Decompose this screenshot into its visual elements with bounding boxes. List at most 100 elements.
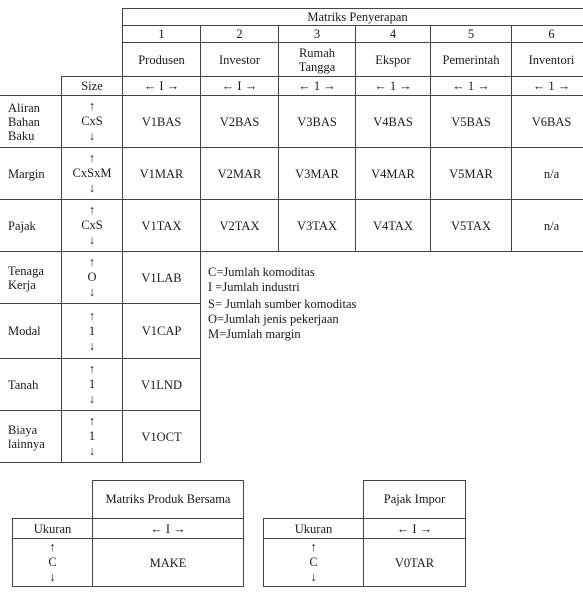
import-tax-row-size-value: C	[309, 555, 318, 569]
matrix-cell: V2TAX	[200, 199, 279, 252]
legend-item: C=Jumlah komoditas	[208, 265, 315, 279]
arrow-up-icon: ↑	[88, 255, 96, 269]
column-size: ← I →	[122, 76, 201, 96]
arrow-up-icon: ↑	[88, 203, 96, 217]
arrow-up-icon: ↑	[88, 362, 96, 376]
arrow-down-icon: ↓	[88, 181, 96, 195]
arrow-up-icon: ↑	[310, 540, 317, 554]
arrow-up-icon: ↑	[88, 308, 96, 323]
column-label: Ekspor	[355, 42, 431, 77]
matrix-cell: V5BAS	[430, 95, 512, 148]
row-label: Tanah	[0, 358, 62, 411]
column-number: 2	[200, 25, 279, 43]
legend: C=Jumlah komoditas I =Jumlah industri S=…	[208, 265, 356, 342]
make-title: Matriks Produk Bersama	[92, 480, 244, 519]
row-label: Tenaga Kerja	[0, 251, 62, 304]
matrix-cell: V5TAX	[430, 199, 512, 252]
column-size: ← I →	[200, 76, 279, 96]
matrix-cell: V1MAR	[122, 147, 201, 200]
arrow-down-icon: ↓	[310, 570, 317, 584]
column-size: ← 1 →	[278, 76, 356, 96]
matrix-cell: V5MAR	[430, 147, 512, 200]
legend-item: I =Jumlah industri	[208, 280, 300, 294]
make-cell: MAKE	[92, 538, 244, 587]
matrix-cell: V1LND	[122, 358, 201, 411]
row-size: ↑ 1 ↓	[61, 358, 123, 411]
column-label: Investor	[200, 42, 279, 77]
column-size: ← 1 →	[355, 76, 431, 96]
legend-item: O=Jumlah jenis pekerjaan	[208, 312, 339, 326]
matrix-cell: V2BAS	[200, 95, 279, 148]
column-number: 3	[278, 25, 356, 43]
matrix-cell: n/a	[511, 147, 583, 200]
row-size: ↑ CxSxM ↓	[61, 147, 123, 200]
legend-item: S= Jumlah sumber komoditas	[208, 297, 357, 311]
legend-divider	[200, 251, 201, 462]
matrix-cell: V4BAS	[355, 95, 431, 148]
matrix-cell: V4TAX	[355, 199, 431, 252]
matrix-cell: V1BAS	[122, 95, 201, 148]
row-size-value: O	[87, 270, 97, 284]
make-col-size: ← I →	[92, 518, 244, 539]
arrow-up-icon: ↑	[88, 414, 96, 428]
column-size: ← 1 →	[511, 76, 583, 96]
column-label: Pemerintah	[430, 42, 512, 77]
import-tax-cell: V0TAR	[363, 538, 466, 587]
row-size: ↑ O ↓	[61, 251, 123, 304]
import-tax-size-header: Ukuran	[263, 518, 364, 539]
import-tax-title: Pajak Impor	[363, 480, 466, 519]
column-number: 1	[122, 25, 201, 43]
arrow-down-icon: ↓	[88, 392, 96, 406]
column-label: Produsen	[122, 42, 201, 77]
row-size-value: 1	[88, 429, 96, 443]
column-size: ← 1 →	[430, 76, 512, 96]
matrix-cell: V2MAR	[200, 147, 279, 200]
row-size: ↑ CxS ↓	[61, 199, 123, 252]
matrix-cell: V1LAB	[122, 251, 201, 304]
matrix-cell: V1TAX	[122, 199, 201, 252]
matrix-cell: n/a	[511, 199, 583, 252]
row-size: ↑ 1 ↓	[61, 410, 123, 463]
matrix-cell: V3TAX	[278, 199, 356, 252]
arrow-down-icon: ↓	[88, 444, 96, 458]
row-size-value: CxSxM	[72, 166, 112, 180]
make-size-header: Ukuran	[12, 518, 93, 539]
import-tax-col-size: ← I →	[363, 518, 466, 539]
size-header: Size	[61, 76, 123, 96]
column-number: 6	[511, 25, 583, 43]
row-size-value: 1	[88, 377, 96, 391]
matrix-title: Matriks Penyerapan	[122, 8, 583, 26]
row-label: Aliran Bahan Baku	[0, 95, 62, 148]
make-row-size-value: C	[48, 555, 57, 569]
row-size-value: CxS	[81, 114, 103, 128]
matrix-cell: V6BAS	[511, 95, 583, 148]
column-number: 4	[355, 25, 431, 43]
import-tax-row-size: ↑ C ↓	[263, 538, 364, 587]
row-size-value: 1	[88, 323, 96, 338]
matrix-cell: V1OCT	[122, 410, 201, 463]
row-size-value: CxS	[81, 218, 103, 232]
matrix-cell: V3MAR	[278, 147, 356, 200]
column-label: Inventori	[511, 42, 583, 77]
row-size: ↑ CxS ↓	[61, 95, 123, 148]
arrow-up-icon: ↑	[88, 151, 96, 165]
legend-item: M=Jumlah margin	[208, 327, 301, 341]
row-label: Margin	[0, 147, 62, 200]
make-row-size: ↑ C ↓	[12, 538, 93, 587]
matrix-cell: V1CAP	[122, 303, 201, 359]
arrow-down-icon: ↓	[88, 233, 96, 247]
matrix-cell: V4MAR	[355, 147, 431, 200]
arrow-down-icon: ↓	[88, 338, 96, 353]
row-label: Biaya lainnya	[0, 410, 62, 463]
arrow-down-icon: ↓	[49, 570, 56, 584]
matrix-cell: V3BAS	[278, 95, 356, 148]
arrow-up-icon: ↑	[88, 99, 96, 113]
arrow-down-icon: ↓	[88, 129, 96, 143]
column-label: Rumah Tangga	[278, 42, 356, 77]
row-label: Pajak	[0, 199, 62, 252]
arrow-down-icon: ↓	[88, 285, 96, 299]
row-size: ↑ 1 ↓	[61, 303, 123, 359]
column-number: 5	[430, 25, 512, 43]
row-label: Modal	[0, 303, 62, 359]
arrow-up-icon: ↑	[49, 540, 56, 554]
